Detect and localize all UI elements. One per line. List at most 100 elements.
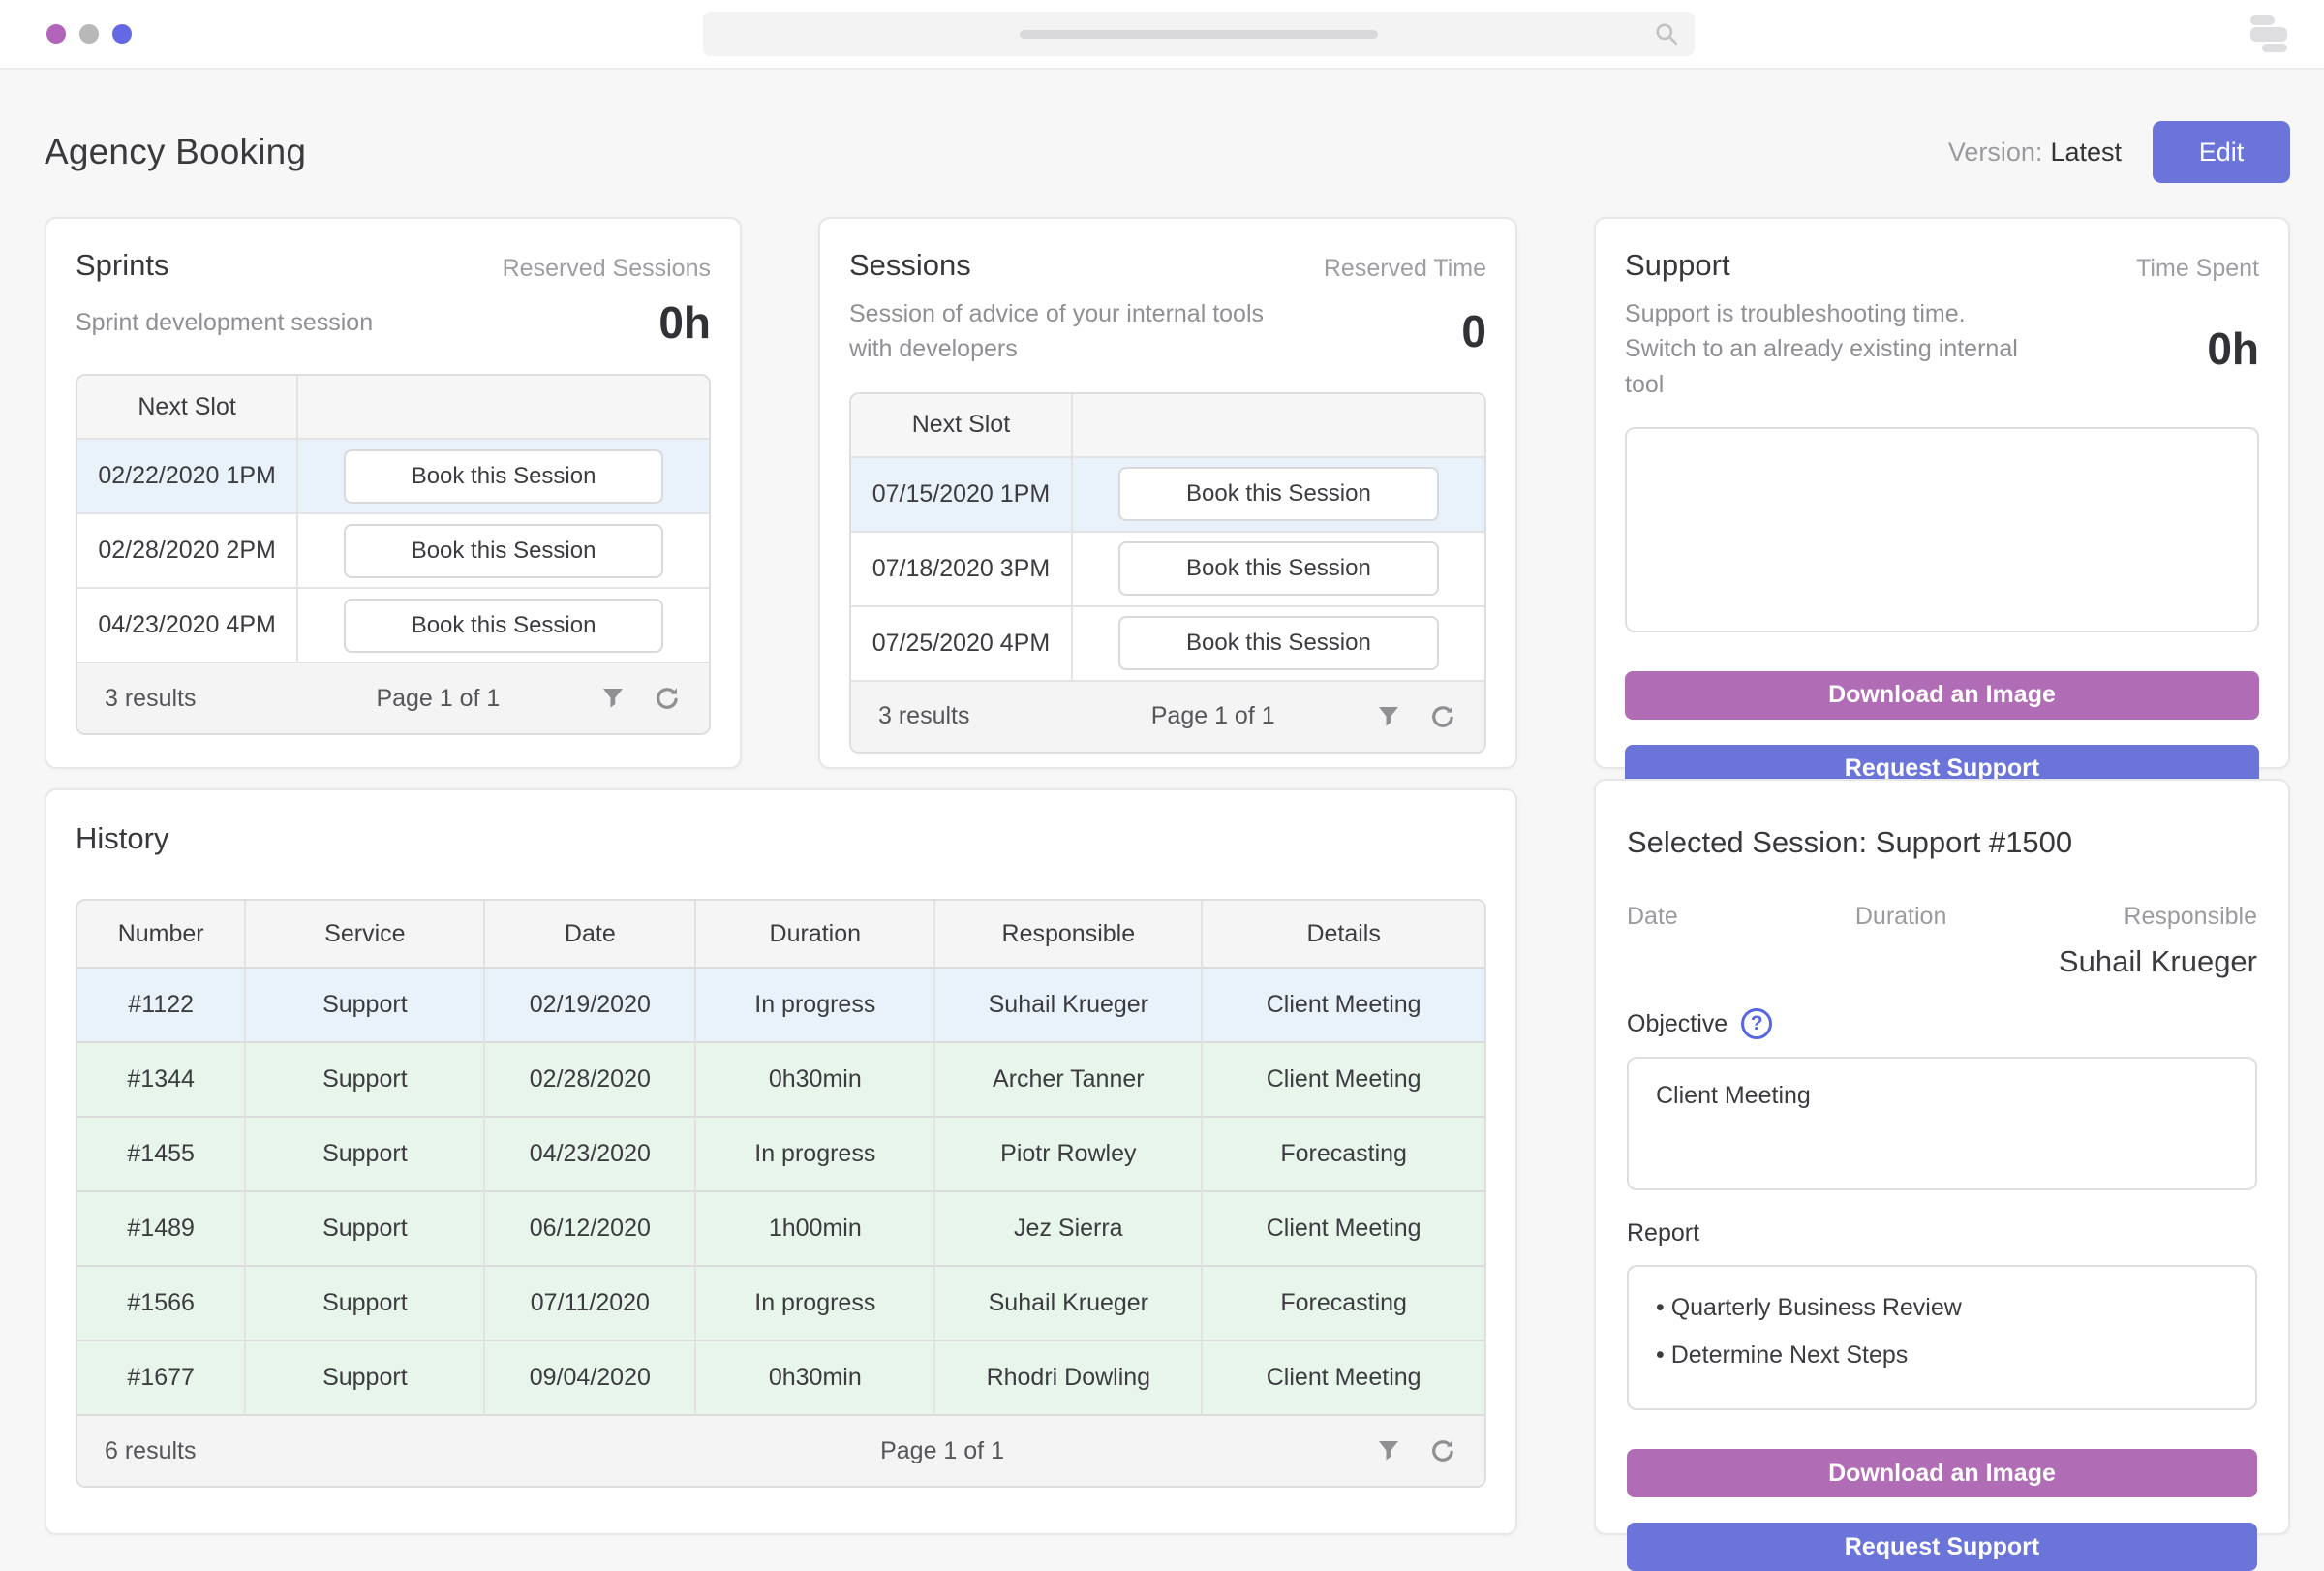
next-slot-cell: 07/18/2020 3PM xyxy=(851,532,1073,607)
sessions-metric-label: Reserved Time xyxy=(1323,255,1486,282)
next-slot-cell: 07/25/2020 4PM xyxy=(851,606,1073,682)
cell-number: #1344 xyxy=(77,1043,247,1118)
sprints-subtitle: Sprint development session xyxy=(76,308,374,336)
table-row[interactable]: 04/23/2020 4PM Book this Session xyxy=(77,589,709,663)
cell-number: #1455 xyxy=(77,1118,247,1192)
search-icon xyxy=(1656,23,1678,46)
edit-button[interactable]: Edit xyxy=(2153,121,2290,183)
page-indicator: Page 1 of 1 xyxy=(376,684,501,712)
window-dot-indigo-icon[interactable] xyxy=(112,24,132,44)
cell-number: #1122 xyxy=(77,969,247,1043)
cell-details: Client Meeting xyxy=(1203,1043,1484,1118)
cell-details: Client Meeting xyxy=(1203,969,1484,1043)
book-session-button[interactable]: Book this Session xyxy=(1117,541,1440,596)
sprints-card: Sprints Reserved Sessions Sprint develop… xyxy=(45,217,742,769)
report-item: Quarterly Business Review xyxy=(1656,1294,2228,1322)
cell-service: Support xyxy=(246,1118,486,1192)
table-row[interactable]: 07/25/2020 4PM Book this Session xyxy=(851,606,1484,682)
actions-column-header xyxy=(298,376,709,440)
table-row[interactable]: #1122 Support 02/19/2020 In progress Suh… xyxy=(77,969,1484,1043)
sprints-metric-value: 0h xyxy=(658,297,711,348)
table-row[interactable]: 07/15/2020 1PM Book this Session xyxy=(851,457,1484,533)
book-session-button[interactable]: Book this Session xyxy=(1117,467,1440,521)
support-notes-box[interactable] xyxy=(1625,426,2259,632)
cell-duration: In progress xyxy=(696,1118,936,1192)
next-slot-cell: 02/22/2020 1PM xyxy=(77,440,299,514)
request-support-button[interactable]: Request Support xyxy=(1627,1523,2257,1571)
column-header-service: Service xyxy=(246,901,486,969)
refresh-icon[interactable] xyxy=(1428,1436,1457,1465)
objective-label: Objective xyxy=(1627,1009,1728,1037)
report-input[interactable]: Quarterly Business Review Determine Next… xyxy=(1627,1265,2257,1410)
report-label: Report xyxy=(1627,1219,1700,1247)
filter-icon[interactable] xyxy=(1374,702,1403,731)
cell-number: #1677 xyxy=(77,1341,247,1416)
cell-details: Forecasting xyxy=(1203,1118,1484,1192)
table-row[interactable]: #1489 Support 06/12/2020 1h00min Jez Sie… xyxy=(77,1192,1484,1267)
filter-icon[interactable] xyxy=(598,684,627,713)
next-slot-cell: 07/15/2020 1PM xyxy=(851,457,1073,533)
table-row[interactable]: #1455 Support 04/23/2020 In progress Pio… xyxy=(77,1118,1484,1192)
cell-service: Support xyxy=(246,969,486,1043)
objective-value: Client Meeting xyxy=(1656,1082,1811,1109)
cell-date: 02/28/2020 xyxy=(485,1043,697,1118)
help-icon[interactable]: ? xyxy=(1741,1008,1773,1039)
objective-input[interactable]: Client Meeting xyxy=(1627,1057,2257,1190)
window-controls xyxy=(46,24,132,44)
book-session-button[interactable]: Book this Session xyxy=(343,523,664,578)
support-card: Support Time Spent Support is troublesho… xyxy=(1594,217,2290,793)
table-row[interactable]: 02/22/2020 1PM Book this Session xyxy=(77,440,709,514)
table-row[interactable]: #1677 Support 09/04/2020 0h30min Rhodri … xyxy=(77,1341,1484,1416)
results-count: 6 results xyxy=(105,1436,197,1464)
support-metric-label: Time Spent xyxy=(2136,255,2259,282)
cell-responsible: Rhodri Dowling xyxy=(935,1341,1204,1416)
window-topbar xyxy=(0,0,2324,70)
download-image-button[interactable]: Download an Image xyxy=(1627,1449,2257,1497)
refresh-icon[interactable] xyxy=(1428,702,1457,731)
table-row[interactable]: 02/28/2020 2PM Book this Session xyxy=(77,514,709,589)
sprints-table-footer: 3 results Page 1 of 1 xyxy=(77,663,709,733)
selected-session-title: Selected Session: Support #1500 xyxy=(1627,825,2073,859)
column-header-details: Details xyxy=(1203,901,1484,969)
cell-responsible: Suhail Krueger xyxy=(935,969,1204,1043)
book-session-button[interactable]: Book this Session xyxy=(343,448,664,504)
search-input[interactable] xyxy=(703,12,1695,56)
cell-duration: In progress xyxy=(696,1267,936,1341)
book-session-button[interactable]: Book this Session xyxy=(1117,616,1440,670)
next-slot-column-header: Next Slot xyxy=(77,376,299,440)
download-image-button[interactable]: Download an Image xyxy=(1625,670,2259,720)
support-metric-value: 0h xyxy=(2207,323,2259,375)
support-subtitle: Support is troubleshooting time. Switch … xyxy=(1625,296,2051,402)
sessions-card: Sessions Reserved Time Session of advice… xyxy=(818,217,1517,769)
cell-details: Client Meeting xyxy=(1203,1341,1484,1416)
column-header-date: Date xyxy=(485,901,697,969)
report-item: Determine Next Steps xyxy=(1656,1341,2228,1370)
table-row[interactable]: 07/18/2020 3PM Book this Session xyxy=(851,532,1484,607)
cell-responsible: Jez Sierra xyxy=(935,1192,1204,1267)
window-dot-purple-icon[interactable] xyxy=(46,24,66,44)
page-title: Agency Booking xyxy=(45,132,307,171)
support-subtitle-line2: Switch to an already existing internal t… xyxy=(1625,335,2018,398)
window-dot-gray-icon[interactable] xyxy=(79,24,99,44)
table-row[interactable]: #1344 Support 02/28/2020 0h30min Archer … xyxy=(77,1043,1484,1118)
duration-label: Duration xyxy=(1854,903,1947,930)
sprints-title: Sprints xyxy=(76,248,169,282)
cell-date: 09/04/2020 xyxy=(485,1341,697,1416)
next-slot-cell: 02/28/2020 2PM xyxy=(77,514,299,589)
support-title: Support xyxy=(1625,248,1730,282)
refresh-icon[interactable] xyxy=(653,684,682,713)
table-row[interactable]: #1566 Support 07/11/2020 In progress Suh… xyxy=(77,1267,1484,1341)
book-session-button[interactable]: Book this Session xyxy=(343,598,664,653)
cell-date: 02/19/2020 xyxy=(485,969,697,1043)
cell-responsible: Suhail Krueger xyxy=(935,1267,1204,1341)
results-count: 3 results xyxy=(105,684,197,712)
filter-icon[interactable] xyxy=(1374,1436,1403,1465)
cell-number: #1489 xyxy=(77,1192,247,1267)
support-subtitle-line1: Support is troubleshooting time. xyxy=(1625,300,1966,327)
column-header-responsible: Responsible xyxy=(935,901,1204,969)
cell-number: #1566 xyxy=(77,1267,247,1341)
history-header-row: Number Service Date Duration Responsible… xyxy=(77,901,1484,969)
cell-duration: 1h00min xyxy=(696,1192,936,1267)
overflow-menu-icon[interactable] xyxy=(2250,15,2289,54)
version-info: Version: Latest xyxy=(1948,138,2122,168)
